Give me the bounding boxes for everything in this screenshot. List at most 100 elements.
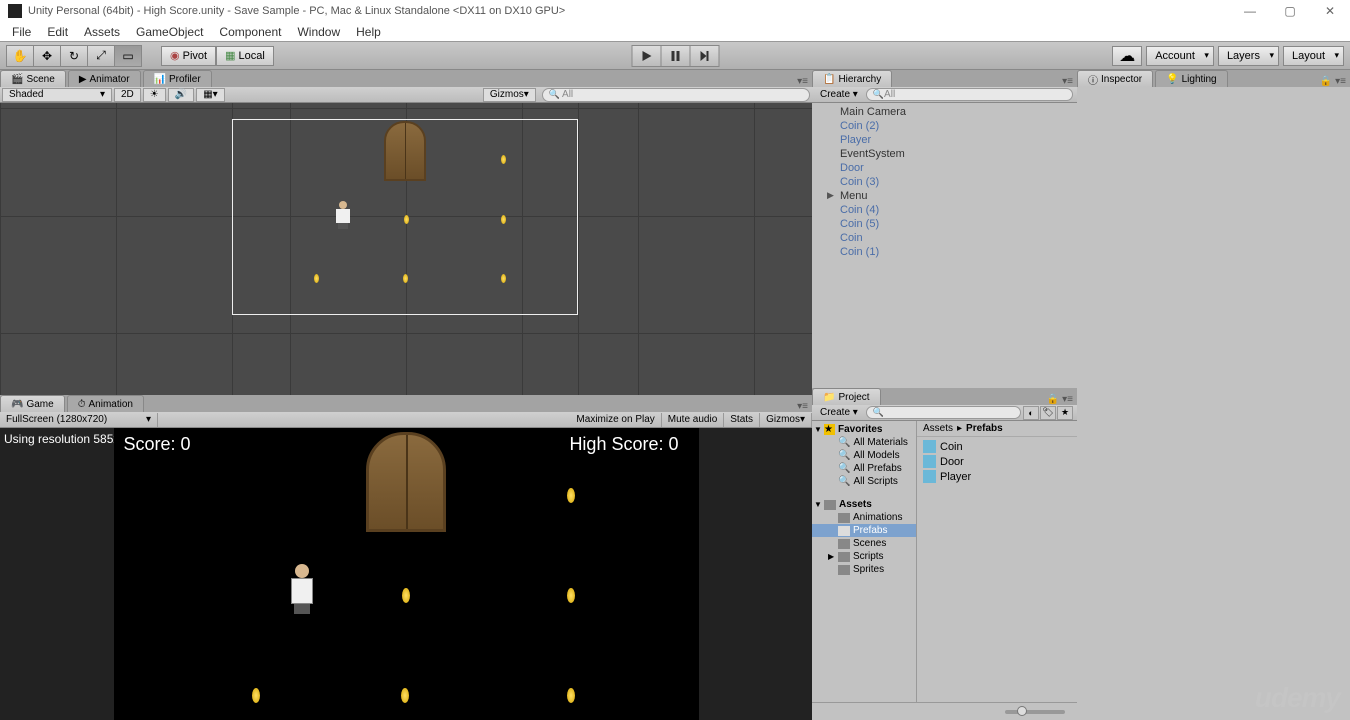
hierarchy-item[interactable]: Coin (3) (812, 175, 1077, 189)
hierarchy-tab-options[interactable]: ▾≡ (1062, 76, 1077, 87)
fav-item[interactable]: 🔍All Materials (812, 436, 916, 449)
game-subtoolbar: FullScreen (1280x720)▾ Maximize on Play … (0, 412, 812, 428)
tab-project[interactable]: 📁Project (812, 388, 881, 405)
menu-component[interactable]: Component (211, 23, 289, 41)
folder-sprites[interactable]: Sprites (812, 563, 916, 576)
coin-sprite[interactable] (403, 274, 408, 283)
effects-toggle-icon[interactable]: ▦▾ (196, 88, 224, 102)
menu-assets[interactable]: Assets (76, 23, 128, 41)
menu-gameobject[interactable]: GameObject (128, 23, 211, 41)
inspector-tab-options[interactable]: 🔒 ▾≡ (1320, 76, 1350, 87)
fav-item[interactable]: 🔍All Models (812, 449, 916, 462)
project-content[interactable]: Assets▸Prefabs Coin Door Player (917, 421, 1077, 702)
stats-toggle[interactable]: Stats (724, 413, 760, 427)
shaded-dropdown[interactable]: Shaded▾ (2, 88, 112, 102)
search-filter-icon[interactable]: ◐ (1023, 406, 1039, 420)
folder-prefabs[interactable]: Prefabs (812, 524, 916, 537)
move-tool-button[interactable]: ✥ (33, 45, 61, 67)
maximize-on-play-toggle[interactable]: Maximize on Play (570, 413, 661, 427)
close-button[interactable]: ✕ (1310, 0, 1350, 22)
prefab-player[interactable]: Player (917, 469, 1077, 484)
menu-help[interactable]: Help (348, 23, 389, 41)
hierarchy-search-input[interactable]: 🔍All (866, 88, 1073, 101)
cloud-button[interactable]: ☁ (1112, 46, 1142, 66)
2d-toggle[interactable]: 2D (114, 88, 141, 102)
hierarchy-create-dropdown[interactable]: Create ▾ (816, 89, 862, 100)
pivot-toggle[interactable]: ◉Pivot (161, 46, 216, 66)
fav-item[interactable]: 🔍All Prefabs (812, 462, 916, 475)
player-sprite[interactable] (334, 201, 352, 229)
play-button[interactable] (632, 45, 662, 67)
coin-sprite[interactable] (501, 215, 506, 224)
hierarchy-item[interactable]: Player (812, 133, 1077, 147)
rotate-tool-button[interactable]: ↻ (60, 45, 88, 67)
pause-button[interactable] (661, 45, 691, 67)
hierarchy-item[interactable]: EventSystem (812, 147, 1077, 161)
search-save-icon[interactable]: ★ (1057, 406, 1073, 420)
assets-node[interactable]: ▼Assets (812, 498, 916, 511)
folder-scripts[interactable]: ▶Scripts (812, 550, 916, 563)
game-view[interactable]: Using resolution 585x329 Score: 0 High S… (0, 428, 812, 720)
tab-inspector[interactable]: ⓘInspector (1077, 70, 1153, 87)
hierarchy-item[interactable]: ▶Menu (812, 189, 1077, 203)
minimize-button[interactable]: — (1230, 0, 1270, 22)
game-gizmos-dropdown[interactable]: Gizmos ▾ (760, 413, 812, 427)
favorites-node[interactable]: ▼★Favorites (812, 423, 916, 436)
hierarchy-item[interactable]: Coin (812, 231, 1077, 245)
resolution-dropdown[interactable]: FullScreen (1280x720)▾ (0, 413, 158, 427)
game-coin-sprite (402, 588, 410, 603)
account-dropdown[interactable]: Account (1146, 46, 1214, 66)
layers-dropdown[interactable]: Layers (1218, 46, 1279, 66)
project-zoom-slider[interactable] (1005, 710, 1065, 714)
fav-item[interactable]: 🔍All Scripts (812, 475, 916, 488)
mute-audio-toggle[interactable]: Mute audio (662, 413, 724, 427)
prefab-door[interactable]: Door (917, 454, 1077, 469)
scene-view[interactable] (0, 103, 812, 395)
layout-dropdown[interactable]: Layout (1283, 46, 1344, 66)
lighting-toggle-icon[interactable]: ☀ (143, 88, 166, 102)
folder-animations[interactable]: Animations (812, 511, 916, 524)
gizmos-dropdown[interactable]: Gizmos ▾ (483, 88, 536, 102)
hierarchy-item[interactable]: Coin (4) (812, 203, 1077, 217)
hierarchy-item[interactable]: Coin (5) (812, 217, 1077, 231)
tab-hierarchy[interactable]: 📋Hierarchy (812, 70, 892, 87)
game-tab-options[interactable]: ▾≡ (797, 401, 812, 412)
coin-sprite[interactable] (314, 274, 319, 283)
scale-tool-button[interactable]: ⤢ (87, 45, 115, 67)
scene-search-input[interactable]: 🔍All (542, 88, 810, 102)
project-breadcrumb[interactable]: Assets▸Prefabs (917, 421, 1077, 437)
audio-toggle-icon[interactable]: 🔊 (168, 88, 194, 102)
inspector-tabstrip: ⓘInspector 💡Lighting 🔒 ▾≡ (1077, 70, 1350, 87)
maximize-button[interactable]: ▢ (1270, 0, 1310, 22)
rect-tool-button[interactable]: ▭ (114, 45, 142, 67)
menu-edit[interactable]: Edit (39, 23, 76, 41)
tab-animator[interactable]: ▶Animator (68, 70, 141, 87)
project-create-dropdown[interactable]: Create ▾ (816, 407, 862, 418)
menu-file[interactable]: File (4, 23, 39, 41)
hierarchy-item[interactable]: Main Camera (812, 105, 1077, 119)
step-button[interactable] (690, 45, 720, 67)
search-type-icon[interactable]: 🏷 (1040, 406, 1056, 420)
tab-profiler[interactable]: 📊Profiler (143, 70, 212, 87)
hierarchy-item[interactable]: Coin (2) (812, 119, 1077, 133)
menu-window[interactable]: Window (289, 23, 348, 41)
project-tab-options[interactable]: 🔒 ▾≡ (1047, 394, 1077, 405)
tab-animation[interactable]: ⏱Animation (67, 395, 144, 412)
coin-sprite[interactable] (501, 274, 506, 283)
scene-tab-options[interactable]: ▾≡ (797, 76, 812, 87)
hierarchy-item[interactable]: Coin (1) (812, 245, 1077, 259)
tab-lighting[interactable]: 💡Lighting (1155, 70, 1227, 87)
project-folder-tree[interactable]: ▼★Favorites 🔍All Materials 🔍All Models 🔍… (812, 421, 917, 702)
local-toggle[interactable]: ▦Local (216, 46, 274, 66)
coin-sprite[interactable] (404, 215, 409, 224)
hierarchy-item[interactable]: Door (812, 161, 1077, 175)
prefab-coin[interactable]: Coin (917, 439, 1077, 454)
tab-game[interactable]: 🎮Game (0, 395, 65, 412)
tab-scene[interactable]: 🎬Scene (0, 70, 66, 87)
door-sprite[interactable] (384, 121, 426, 181)
folder-scenes[interactable]: Scenes (812, 537, 916, 550)
project-search-input[interactable]: 🔍 (866, 406, 1021, 419)
coin-sprite[interactable] (501, 155, 506, 164)
hand-tool-button[interactable]: ✋ (6, 45, 34, 67)
hierarchy-list[interactable]: Main CameraCoin (2)PlayerEventSystemDoor… (812, 103, 1077, 388)
